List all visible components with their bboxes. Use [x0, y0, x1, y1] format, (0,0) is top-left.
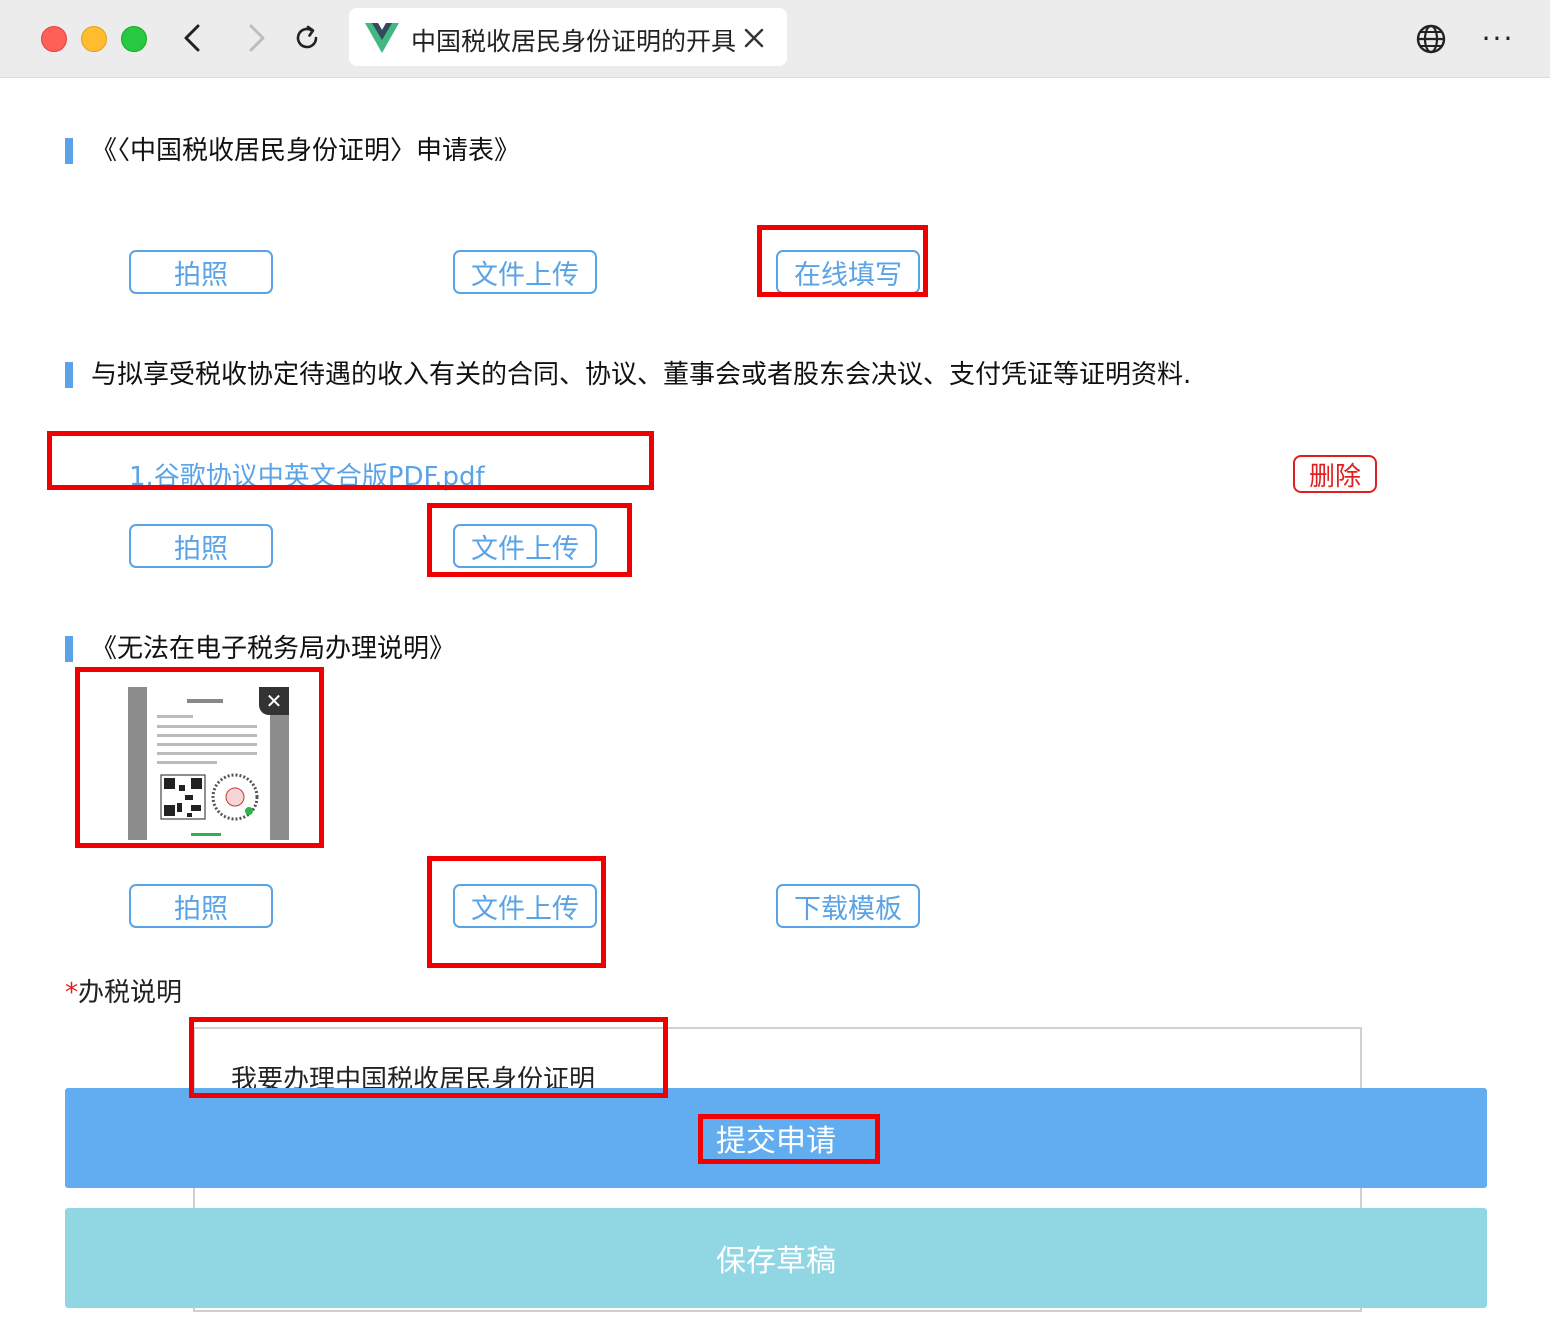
more-menu-button[interactable]: ···	[1478, 24, 1518, 54]
file-upload-button-1[interactable]: 文件上传	[453, 250, 597, 294]
thumbnail-content-image	[157, 699, 259, 836]
tax-note-label-text: 办税说明	[78, 978, 183, 1008]
file-upload-button-3[interactable]: 文件上传	[453, 884, 597, 928]
zoom-window-button[interactable]	[121, 26, 147, 52]
photo-button-2[interactable]: 拍照	[129, 524, 273, 568]
section-title-application-form: 《〈中国税收居民身份证明〉申请表》	[65, 138, 520, 164]
reload-button[interactable]	[287, 18, 327, 58]
tab-title: 中国税收居民身份证明的开具	[411, 27, 737, 56]
uploaded-file-link[interactable]: 1.谷歌协议中英文合版PDF.pdf	[129, 456, 485, 493]
chevron-left-icon	[184, 24, 200, 52]
section-title-contracts: 与拟享受税收协定待遇的收入有关的合同、协议、董事会或者股东会决议、支付凭证等证明…	[65, 362, 1191, 388]
online-fill-button[interactable]: 在线填写	[776, 250, 920, 294]
chevron-right-icon	[249, 24, 265, 52]
reload-icon	[296, 25, 318, 49]
browser-toolbar: 中国税收居民身份证明的开具 ···	[0, 0, 1550, 78]
back-button[interactable]	[172, 18, 212, 58]
file-upload-button-2[interactable]: 文件上传	[453, 524, 597, 568]
close-window-button[interactable]	[41, 26, 67, 52]
vue-logo-icon	[365, 23, 399, 53]
submit-application-button[interactable]: 提交申请	[65, 1088, 1487, 1188]
close-icon[interactable]: ✕	[259, 687, 289, 715]
section-title-explanation: 《无法在电子税务局办理说明》	[65, 636, 455, 662]
photo-button-1[interactable]: 拍照	[129, 250, 273, 294]
photo-button-3[interactable]: 拍照	[129, 884, 273, 928]
required-mark: *	[65, 978, 78, 1008]
globe-icon[interactable]	[1414, 22, 1448, 56]
minimize-window-button[interactable]	[81, 26, 107, 52]
save-draft-button[interactable]: 保存草稿	[65, 1208, 1487, 1308]
close-tab-icon[interactable]	[741, 25, 767, 51]
browser-tab[interactable]: 中国税收居民身份证明的开具	[349, 8, 787, 66]
uploaded-image-thumbnail[interactable]: ✕	[128, 687, 289, 840]
tax-note-label: *办税说明	[65, 972, 182, 1009]
delete-file-button[interactable]: 删除	[1293, 455, 1377, 493]
thumbnail-dialog-preview	[147, 687, 270, 840]
forward-button[interactable]	[237, 18, 277, 58]
download-template-button[interactable]: 下载模板	[776, 884, 920, 928]
